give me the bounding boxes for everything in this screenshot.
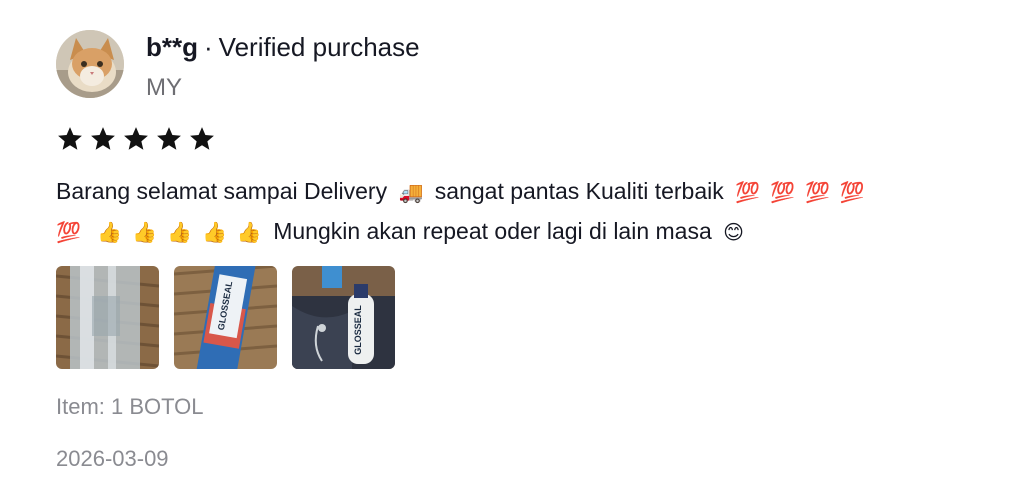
review-date: 2026-03-09 (56, 446, 169, 471)
separator: · (204, 32, 213, 62)
photo-brand-text: GLOSSEAL (353, 305, 363, 355)
delivery-truck-emoji: 🚚 (398, 182, 424, 204)
thumbs-up-emoji: 👍 (97, 222, 123, 244)
hundred-emoji: 💯 (770, 182, 795, 204)
glosseal-bottle-photo-icon: GLOSSEAL (292, 266, 395, 369)
review-photo-1[interactable] (56, 266, 159, 369)
review-text-part-1: Barang selamat sampai Delivery (56, 178, 388, 204)
reviewer-header: b**g · Verified purchase (146, 30, 420, 64)
reviewer-avatar[interactable] (56, 30, 124, 98)
hundred-emoji: 💯 (839, 182, 865, 204)
review-text-part-2: sangat pantas Kualiti terbaik (434, 178, 724, 204)
bottle-bag-photo-icon (56, 266, 159, 369)
verified-purchase-badge: Verified purchase (218, 32, 420, 62)
review-photos: GLOSSEAL GLOSSEAL (56, 266, 395, 369)
smile-emoji: 😊 (723, 222, 745, 244)
review-text: Barang selamat sampai Delivery 🚚 sangat … (56, 172, 996, 252)
star-icon (58, 127, 82, 150)
hundred-emoji: 💯 (56, 222, 81, 244)
reviewer-name[interactable]: b**g (146, 32, 198, 62)
star-icon (91, 127, 115, 150)
thumbs-up-emoji: 👍 (132, 222, 158, 244)
hundred-emoji: 💯 (804, 182, 830, 204)
item-variant: Item: 1 BOTOL (56, 394, 204, 419)
thumbs-up-emoji: 👍 (167, 222, 193, 244)
cat-avatar-icon (56, 30, 124, 98)
thumbs-up-emoji: 👍 (202, 222, 227, 244)
hundred-emoji: 💯 (735, 182, 761, 204)
star-icon (157, 127, 181, 150)
review-photo-2[interactable]: GLOSSEAL (174, 266, 277, 369)
thumbs-up-emoji: 👍 (236, 222, 262, 244)
reviewer-region: MY (146, 74, 182, 101)
star-icon (124, 127, 148, 150)
review-photo-3[interactable]: GLOSSEAL (292, 266, 395, 369)
review-text-part-3: Mungkin akan repeat oder lagi di lain ma… (273, 218, 712, 244)
star-icon (190, 127, 214, 150)
glosseal-box-photo-icon: GLOSSEAL (174, 266, 277, 369)
star-rating (56, 125, 216, 153)
